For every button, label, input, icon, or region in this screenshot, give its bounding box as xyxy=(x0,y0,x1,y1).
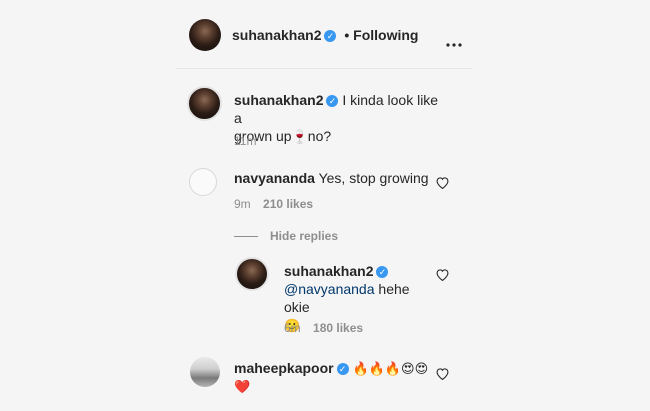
header-avatar[interactable] xyxy=(189,19,221,51)
fire-heart-eyes-emojis: 🔥🔥🔥😍😍 xyxy=(352,361,429,376)
hide-replies-toggle[interactable]: Hide replies xyxy=(234,227,338,243)
comment-avatar[interactable] xyxy=(190,357,220,387)
verified-badge-icon: ✓ xyxy=(324,30,337,42)
caption-username[interactable]: suhanakhan2 xyxy=(234,92,323,108)
verified-badge-icon: ✓ xyxy=(376,266,389,278)
like-heart-icon[interactable] xyxy=(436,176,449,192)
following-button[interactable]: • Following xyxy=(344,27,418,43)
header-user-block: suhanakhan2 ✓ • Following xyxy=(232,27,418,43)
like-heart-icon[interactable] xyxy=(436,367,449,383)
comment-likes[interactable]: 210 likes xyxy=(263,197,313,211)
red-heart-emoji: ❤️ xyxy=(234,379,251,394)
reply-username[interactable]: suhanakhan2 xyxy=(284,263,373,279)
comment-text: Yes, stop growing xyxy=(318,170,429,186)
comment-username[interactable]: maheepkapoor xyxy=(234,360,334,376)
header-username[interactable]: suhanakhan2 xyxy=(232,27,321,43)
more-options-icon[interactable] xyxy=(446,34,462,47)
like-heart-icon[interactable] xyxy=(436,268,449,284)
reply-likes[interactable]: 180 likes xyxy=(313,321,363,335)
reply-meta: 6m 180 likes xyxy=(284,321,363,335)
comment-body: maheepkapoor ✓ 🔥🔥🔥😍😍 ❤️ xyxy=(234,359,428,395)
caption-time[interactable]: 11m xyxy=(234,134,256,148)
wine-emoji: 🍷 xyxy=(291,129,308,144)
comment-time[interactable]: 9m xyxy=(234,197,251,211)
reply-time[interactable]: 6m xyxy=(284,321,301,335)
caption-text: suhanakhan2 ✓ I kinda look like a grown u… xyxy=(234,91,444,145)
reply-mention-link[interactable]: @navyananda xyxy=(284,281,375,297)
comment-meta: 9m 210 likes xyxy=(234,197,313,211)
comment-body: navyananda Yes, stop growing xyxy=(234,170,429,186)
hide-replies-label: Hide replies xyxy=(270,229,339,243)
header-divider xyxy=(176,68,472,69)
verified-badge-icon: ✓ xyxy=(336,363,349,375)
reply-avatar[interactable] xyxy=(235,257,269,291)
caption-text-line2-end: no? xyxy=(307,128,332,144)
replies-line xyxy=(234,235,258,237)
comment-username[interactable]: navyananda xyxy=(234,170,315,186)
comment-avatar[interactable] xyxy=(189,168,217,196)
caption-avatar[interactable] xyxy=(187,86,222,121)
verified-badge-icon: ✓ xyxy=(326,95,339,107)
